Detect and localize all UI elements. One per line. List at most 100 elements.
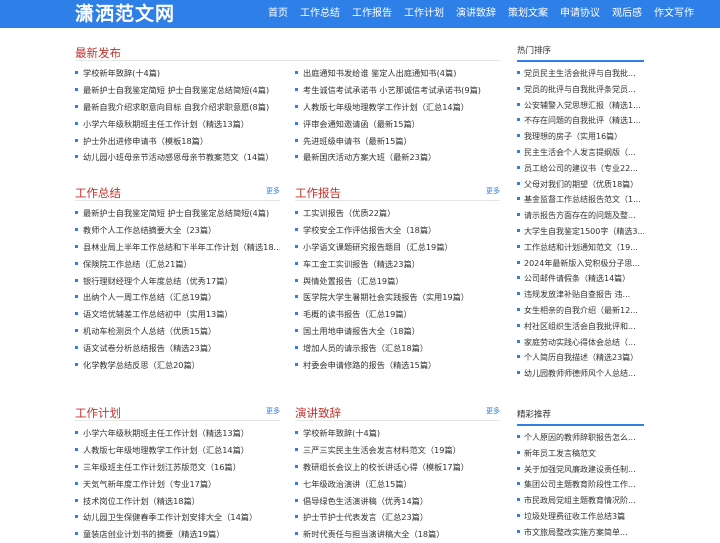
hot-item[interactable]: 请示报告方面存在的问题及整... [517,208,644,224]
work-summary-item[interactable]: 最新护士自我鉴定简短 护士自我鉴定总结简短(4篇) [75,205,280,222]
nav-work-report[interactable]: 工作报告 [352,0,392,28]
recommend-item[interactable]: 新年员工发言稿范文 [517,446,644,462]
hot-item-label: 大学生自我鉴定1500字（精选3... [524,226,644,236]
work-summary-item-label: 最新护士自我鉴定简短 护士自我鉴定总结简短(4篇) [83,208,270,218]
hot-item[interactable]: 公司邮件请假条（精选14篇） [517,271,644,287]
speech-item[interactable]: 新时代责任与担当演讲稿大全（18篇） [295,526,500,543]
latest-item[interactable]: 人教版七年级地理教学工作计划（汇总14篇） [295,99,501,116]
recommend-item[interactable]: 垃圾处理费征收工作总结3篇 [517,509,644,525]
speech-item[interactable]: 七年级政治演讲（汇总15篇） [295,476,500,493]
recommend-item[interactable]: 市民政局党组主题教育情况阶... [517,493,644,509]
nav-writing[interactable]: 作文写作 [654,0,694,28]
recommend-item[interactable]: 市文旅局整改实施方案简单... [517,525,644,541]
latest-item[interactable]: 小学六年级秋期班主任工作计划（精选13篇） [75,116,295,133]
work-plan-item[interactable]: 技术岗位工作计划（精选18篇） [75,493,280,510]
speech-item-label: 七年级政治演讲（汇总15篇） [303,478,412,489]
hot-item[interactable]: 2024年最新版入党积极分子思... [517,256,644,272]
hot-item[interactable]: 基金监督工作总结报告范文（1... [517,192,644,208]
hot-item[interactable]: 个人简历自我描述（精选23篇） [517,350,644,366]
latest-title: 最新发布 [75,46,121,60]
bullet-icon [517,102,520,106]
work-summary-item[interactable]: 出纳个人一周工作总结（汇总19篇） [75,289,280,306]
hot-item-label: 基金监督工作总结报告范文（1... [524,195,641,205]
latest-item[interactable]: 最新护士自我鉴定简短 护士自我鉴定总结简短(4篇) [75,82,295,99]
nav-speech[interactable]: 演讲致辞 [456,0,496,28]
recommend-item[interactable]: 关于加强党风廉政建设责任制... [517,462,644,478]
work-summary-item[interactable]: 化学教学总结反思（汇总20篇） [75,357,280,374]
site-logo[interactable]: 潇洒范文网 [75,0,175,28]
hot-item[interactable]: 违规发放津补贴自查报告 违... [517,287,644,303]
work-summary-item[interactable]: 县林业局上半年工作总结和下半年工作计划（精选18... [75,239,280,256]
speech-item[interactable]: 倡导绿色生活演讲稿（优秀14篇） [295,493,500,510]
latest-item[interactable]: 幼儿园小班母亲节活动感恩母亲节教案范文（14篇） [75,149,295,166]
nav-review[interactable]: 观后感 [612,0,642,28]
hot-item[interactable]: 家庭劳动实践心得体会总结（... [517,335,644,351]
speech-item[interactable]: 护士节护士代表发言（汇总23篇） [295,509,500,526]
work-plan-item[interactable]: 人教版七年级地理教学工作计划（汇总14篇） [75,442,280,459]
work-summary-item[interactable]: 语文试卷分析总结报告（精选23篇） [75,340,280,357]
hot-item[interactable]: 村社区组织生活会自我批评和... [517,319,644,335]
work-report-item[interactable]: 村委会申请修路的报告（精选15篇） [295,357,500,374]
nav-work-summary[interactable]: 工作总结 [300,0,340,28]
latest-item[interactable]: 考生诚信考试承诺书 小艺那诚信考试承诺书(9篇) [295,82,501,99]
recommend-item[interactable]: 集团公司主题教育阶段性工作... [517,477,644,493]
recommend-item[interactable]: 个人原因的教师辞职报告怎么... [517,430,644,446]
latest-item[interactable]: 学校新年致辞(十4篇) [75,65,295,82]
hot-item[interactable]: 员工给公司的建议书（专业22... [517,161,644,177]
work-summary-item-label: 语文培优辅差工作总结初中（实用13篇） [83,309,233,320]
speech-item[interactable]: 教研组长会议上的校长讲话心得（模板17篇） [295,459,500,476]
work-plan-item[interactable]: 天気气新年度工作计划（专业17篇） [75,476,280,493]
nav-home[interactable]: 首页 [268,0,288,28]
hot-item[interactable]: 工作总结和计划通知范文（19... [517,240,644,256]
latest-item-label: 小学六年级秋期班主任工作计划（精选13篇） [83,118,249,129]
hot-item[interactable]: 女生相亲的自我介绍（最新12... [517,303,644,319]
speech-item[interactable]: 学校新年致辞(十4篇) [295,425,500,442]
speech-more-link[interactable]: 更多 [486,406,500,416]
work-summary-item[interactable]: 机动车检测员个人总结（优质15篇） [75,323,280,340]
bullet-icon [517,529,520,533]
work-report-item[interactable]: 增加人员的请示报告（汇总18篇） [295,340,500,357]
latest-item[interactable]: 最新国庆活动方案大班（最新23篇） [295,149,501,166]
work-plan-item-label: 童装店创业计划书的摘要（精选19篇） [83,529,225,540]
work-report-item[interactable]: 国土用地申请报告大全（18篇） [295,323,500,340]
hot-item[interactable]: 父母对我们的期望（优质18篇） [517,177,644,193]
hot-item[interactable]: 民主生活会个人发言提纲版（... [517,145,644,161]
work-plan-item[interactable]: 幼儿园卫生保健春季工作计划安排大全（14篇） [75,509,280,526]
speech-item[interactable]: 三严三实民主生活会发言材料范文（19篇） [295,442,500,459]
work-report-item[interactable]: 医学院大学生暑期社会实践报告（实用19篇） [295,289,500,306]
hot-item[interactable]: 我理想的房子（实用16篇） [517,129,644,145]
hot-item[interactable]: 幼儿园教师师德师风个人总结... [517,366,644,382]
work-summary-item[interactable]: 语文培优辅差工作总结初中（实用13篇） [75,306,280,323]
work-report-item[interactable]: 工实训报告（优质22篇） [295,205,500,222]
work-plan-item[interactable]: 童装店创业计划书的摘要（精选19篇） [75,526,280,543]
latest-item[interactable]: 出庭通知书发给谁 鉴定人出庭通知书(4篇) [295,65,501,82]
work-summary-more-link[interactable]: 更多 [266,186,280,196]
hot-item[interactable]: 公安辅警入党思想汇报（精选1... [517,98,644,114]
nav-planning[interactable]: 策划文案 [508,0,548,28]
latest-item[interactable]: 评审会通知邀请函（最新15篇） [295,116,501,133]
hot-item[interactable]: 不存在问题的自我批评（精选1... [517,113,644,129]
latest-item[interactable]: 最新自我介绍求职意向目标 自我介绍求职意愿(8篇) [75,99,295,116]
hot-item[interactable]: 党员民主生活会批评与自我批... [517,66,644,82]
work-report-item[interactable]: 舆情处置报告（汇总19篇） [295,273,500,290]
recommend-list: 个人原因的教师辞职报告怎么... 新年员工发言稿范文 关于加强党风廉政建设责任制..… [517,426,644,541]
hot-item[interactable]: 党员的批评与自我批评条党员... [517,82,644,98]
latest-item[interactable]: 护士外出进修申请书（模板18篇） [75,133,295,150]
work-plan-item[interactable]: 三年级班主任工作计划江苏版范文（16篇） [75,459,280,476]
work-summary-item[interactable]: 教师个人工作总结摘要大全（23篇） [75,222,280,239]
work-report-more-link[interactable]: 更多 [486,186,500,196]
nav-work-plan[interactable]: 工作计划 [404,0,444,28]
work-report-item[interactable]: 小学语文课题研究报告题目（汇总19篇） [295,239,500,256]
work-report-item[interactable]: 学校安全工作评估报告大全（18篇） [295,222,500,239]
bullet-icon [517,450,520,454]
work-report-item[interactable]: 毛概的读书报告（汇总19篇） [295,306,500,323]
nav-application[interactable]: 申请协议 [560,0,600,28]
work-plan-more-link[interactable]: 更多 [266,406,280,416]
work-report-item[interactable]: 车工金工实训报告（精选23篇） [295,256,500,273]
latest-item[interactable]: 先进班级申请书（最新15篇） [295,133,501,150]
work-plan-item[interactable]: 小学六年级秋期班主任工作计划（精选13篇） [75,425,280,442]
work-summary-item[interactable]: 保険院工作总结（汇总21篇） [75,256,280,273]
work-summary-item[interactable]: 银行理财经理个人年度总结（优秀17篇） [75,273,280,290]
bullet-icon [75,244,78,248]
hot-item[interactable]: 大学生自我鉴定1500字（精选3... [517,224,644,240]
